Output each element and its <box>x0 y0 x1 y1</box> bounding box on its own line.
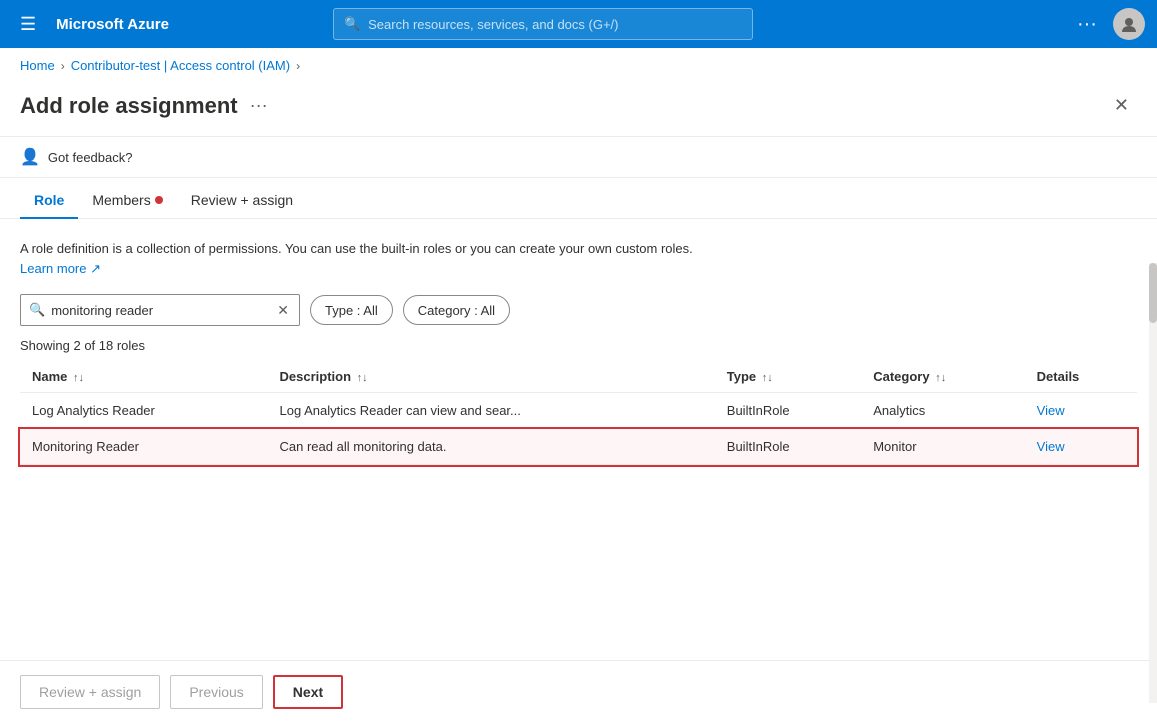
role-search-box[interactable]: 🔍 ✕ <box>20 294 300 326</box>
role-search-input[interactable] <box>51 303 269 318</box>
filters-row: 🔍 ✕ Type : All Category : All <box>20 294 1137 326</box>
top-navbar: ☰ Microsoft Azure 🔍 ··· <box>0 0 1157 48</box>
global-search-box[interactable]: 🔍 <box>333 8 753 40</box>
tab-review-label: Review + assign <box>191 192 293 208</box>
table-header-row: Name ↑↓ Description ↑↓ Type ↑↓ Category … <box>20 361 1137 393</box>
scrollbar-thumb[interactable] <box>1149 263 1157 323</box>
row-1-description: Can read all monitoring data. <box>268 429 715 465</box>
row-0-name: Log Analytics Reader <box>20 393 268 429</box>
app-title: Microsoft Azure <box>56 16 169 33</box>
hamburger-menu[interactable]: ☰ <box>12 6 44 43</box>
row-0-category: Analytics <box>861 393 1024 429</box>
page-header: Add role assignment ··· ✕ <box>0 83 1157 137</box>
nav-right-actions: ··· <box>1069 8 1145 40</box>
members-dot <box>155 196 163 204</box>
search-clear-button[interactable]: ✕ <box>275 302 291 319</box>
previous-button[interactable]: Previous <box>170 675 262 709</box>
search-box-icon: 🔍 <box>29 302 45 318</box>
roles-table: Name ↑↓ Description ↑↓ Type ↑↓ Category … <box>20 361 1137 465</box>
row-1-view-link[interactable]: View <box>1037 439 1065 454</box>
external-link-icon: ↗ <box>90 261 101 276</box>
row-0-description: Log Analytics Reader can view and sear..… <box>268 393 715 429</box>
breadcrumb-sep-1: › <box>61 59 65 73</box>
sort-name-icon[interactable]: ↑↓ <box>73 372 84 384</box>
col-type: Type ↑↓ <box>715 361 861 393</box>
col-name: Name ↑↓ <box>20 361 268 393</box>
tab-members-label: Members <box>92 192 150 208</box>
footer-actions: Review + assign Previous Next <box>0 660 1157 723</box>
description-text: A role definition is a collection of per… <box>20 239 720 278</box>
table-row[interactable]: Monitoring Reader Can read all monitorin… <box>20 429 1137 465</box>
tab-review-assign[interactable]: Review + assign <box>177 182 307 218</box>
type-filter-button[interactable]: Type : All <box>310 295 393 325</box>
tab-bar: Role Members Review + assign <box>0 182 1157 219</box>
category-filter-button[interactable]: Category : All <box>403 295 510 325</box>
row-1-details[interactable]: View <box>1025 429 1137 465</box>
user-avatar[interactable] <box>1113 8 1145 40</box>
content-area: A role definition is a collection of per… <box>0 219 1157 660</box>
col-description: Description ↑↓ <box>268 361 715 393</box>
nav-more-options[interactable]: ··· <box>1069 9 1105 40</box>
row-1-name: Monitoring Reader <box>20 429 268 465</box>
review-assign-button[interactable]: Review + assign <box>20 675 160 709</box>
breadcrumb-sep-2: › <box>296 59 300 73</box>
search-icon: 🔍 <box>344 16 360 32</box>
breadcrumb-iam[interactable]: Contributor-test | Access control (IAM) <box>71 58 290 73</box>
showing-count: Showing 2 of 18 roles <box>20 338 1137 353</box>
learn-more-link[interactable]: Learn more ↗ <box>20 261 101 276</box>
row-0-details[interactable]: View <box>1025 393 1137 429</box>
feedback-icon: 👤 <box>20 147 40 167</box>
breadcrumb: Home › Contributor-test | Access control… <box>0 48 1157 83</box>
tab-role-label: Role <box>34 192 64 208</box>
row-0-type: BuiltInRole <box>715 393 861 429</box>
sort-type-icon[interactable]: ↑↓ <box>762 372 773 384</box>
breadcrumb-home[interactable]: Home <box>20 58 55 73</box>
row-1-type: BuiltInRole <box>715 429 861 465</box>
page-header-more[interactable]: ··· <box>250 95 268 116</box>
tab-role[interactable]: Role <box>20 182 78 218</box>
tab-members[interactable]: Members <box>78 182 176 218</box>
col-category: Category ↑↓ <box>861 361 1024 393</box>
close-button[interactable]: ✕ <box>1106 91 1137 120</box>
global-search-input[interactable] <box>368 17 742 32</box>
table-row[interactable]: Log Analytics Reader Log Analytics Reade… <box>20 393 1137 429</box>
row-0-view-link[interactable]: View <box>1037 403 1065 418</box>
main-container: Home › Contributor-test | Access control… <box>0 48 1157 723</box>
col-details: Details <box>1025 361 1137 393</box>
scrollbar-track[interactable] <box>1149 263 1157 703</box>
sort-description-icon[interactable]: ↑↓ <box>357 372 368 384</box>
page-title: Add role assignment <box>20 93 238 119</box>
sort-category-icon[interactable]: ↑↓ <box>935 372 946 384</box>
row-1-category: Monitor <box>861 429 1024 465</box>
feedback-bar: 👤 Got feedback? <box>0 137 1157 178</box>
feedback-text: Got feedback? <box>48 150 133 165</box>
next-button[interactable]: Next <box>273 675 343 709</box>
